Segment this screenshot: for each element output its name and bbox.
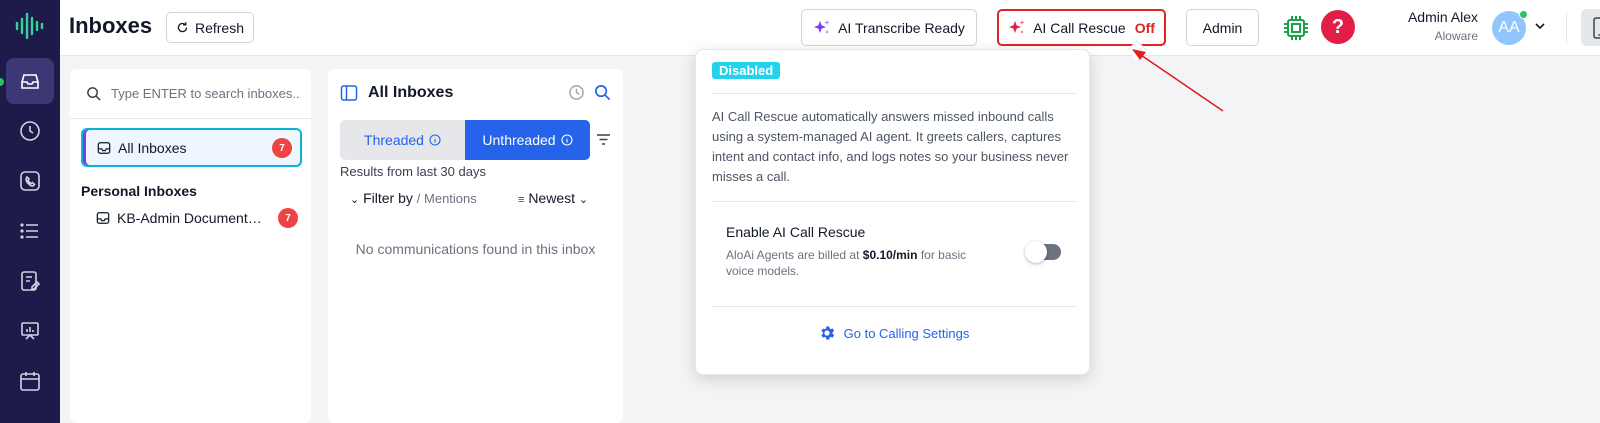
ai-call-rescue-button[interactable]: AI Call Rescue Off	[997, 9, 1166, 46]
help-button[interactable]: ?	[1321, 10, 1355, 44]
status-badge: Disabled	[712, 62, 781, 79]
online-status-dot	[1519, 10, 1528, 19]
divider	[711, 306, 1077, 307]
chevron-down-icon: ⌄	[350, 194, 360, 206]
ai-call-rescue-status: Off	[1134, 19, 1155, 36]
nav-reports[interactable]	[6, 308, 54, 354]
ai-call-rescue-popover: Disabled AI Call Rescue automatically an…	[695, 49, 1090, 375]
info-icon	[429, 134, 441, 146]
sort-label: Newest	[528, 190, 575, 206]
empty-state-text: No communications found in this inbox	[355, 241, 596, 257]
sort-dropdown[interactable]: ≡ Newest ⌄	[518, 190, 588, 206]
feature-description: AI Call Rescue automatically answers mis…	[712, 109, 1069, 184]
contact-icon	[21, 271, 41, 291]
inbox-search-input[interactable]	[111, 86, 301, 101]
refresh-label: Refresh	[194, 19, 245, 36]
header-divider	[1566, 12, 1567, 44]
filter-by-value: / Mentions	[416, 191, 477, 206]
user-org: Aloware	[1434, 29, 1478, 43]
ai-call-rescue-label: AI Call Rescue	[1033, 19, 1126, 36]
chip-icon[interactable]	[1282, 14, 1310, 42]
top-header: Inboxes Refresh AI Transcribe Ready AI C…	[60, 0, 1600, 56]
billing-prefix: AloAi Agents are billed at	[726, 248, 860, 262]
calling-settings-label: Go to Calling Settings	[843, 325, 970, 341]
mobile-phone-icon	[1592, 16, 1600, 39]
conversation-list-panel: All Inboxes Threaded Unthreaded Results …	[328, 69, 623, 423]
sparkle-icon	[1009, 19, 1025, 34]
billing-note: AloAi Agents are billed at $0.10/min for…	[726, 247, 996, 279]
inbox-search	[70, 69, 311, 119]
inbox-icon	[97, 141, 111, 154]
all-inboxes-label: All Inboxes	[118, 139, 187, 156]
avatar[interactable]: AA	[1492, 10, 1528, 45]
enable-rescue-title: Enable AI Call Rescue	[726, 224, 866, 240]
unread-count-badge: 7	[272, 138, 292, 158]
nav-calls[interactable]	[6, 158, 54, 204]
divider	[711, 201, 1077, 202]
refresh-icon	[177, 22, 188, 33]
ai-transcribe-label: AI Transcribe Ready	[838, 19, 965, 36]
inbox-list-panel: All Inboxes 7 Personal Inboxes KB-Admin …	[70, 69, 311, 423]
filter-icon[interactable]	[596, 133, 611, 146]
unread-count-badge: 7	[278, 208, 298, 228]
list-icon	[20, 223, 38, 239]
clock-icon	[20, 121, 40, 141]
tab-unthreaded[interactable]: Unthreaded	[465, 120, 590, 160]
personal-inbox-item[interactable]: KB-Admin Documentation 7	[96, 205, 302, 231]
admin-button[interactable]: Admin	[1186, 9, 1259, 46]
user-name: Admin Alex	[1407, 9, 1478, 25]
divider	[711, 93, 1077, 94]
nav-contacts[interactable]	[6, 258, 54, 304]
results-range-text: Results from last 30 days	[340, 164, 486, 179]
nav-history[interactable]	[6, 108, 54, 154]
thread-mode-toggle: Threaded Unthreaded	[340, 120, 590, 160]
conversation-list-title: All Inboxes	[368, 84, 454, 101]
phone-icon	[20, 171, 40, 191]
refresh-button[interactable]: Refresh	[166, 12, 254, 43]
calling-settings-link[interactable]: Go to Calling Settings	[696, 324, 1091, 342]
sparkle-icon	[814, 19, 830, 34]
tab-unthreaded-label: Unthreaded	[482, 132, 556, 148]
billing-rate: $0.10/min	[862, 248, 918, 262]
nav-lists[interactable]	[6, 208, 54, 254]
inbox-icon	[96, 212, 110, 224]
info-icon	[561, 134, 573, 146]
history-icon[interactable]	[568, 84, 585, 101]
all-inboxes-item[interactable]: All Inboxes 7	[81, 128, 302, 167]
softphone-button[interactable]	[1581, 9, 1600, 46]
personal-inbox-label: KB-Admin Documentation	[117, 210, 269, 226]
nav-calendar[interactable]	[6, 358, 54, 404]
chevron-down-icon: ⌄	[578, 194, 589, 206]
tab-threaded[interactable]: Threaded	[340, 120, 465, 160]
admin-label: Admin	[1202, 19, 1243, 36]
presentation-icon	[21, 322, 39, 340]
sort-icon: ≡	[518, 194, 525, 206]
search-icon	[87, 87, 101, 101]
filter-by-dropdown[interactable]: ⌄ Filter by / Mentions	[350, 190, 477, 206]
annotation-arrow	[1132, 49, 1224, 112]
nav-inbox[interactable]	[6, 58, 54, 104]
tab-threaded-label: Threaded	[364, 132, 424, 148]
calendar-icon	[20, 372, 40, 391]
sidebar-toggle-icon[interactable]	[340, 84, 358, 102]
enable-rescue-toggle[interactable]	[1025, 241, 1061, 263]
avatar-initials: AA	[1498, 19, 1520, 36]
personal-inboxes-heading: Personal Inboxes	[81, 183, 197, 199]
ai-transcribe-button[interactable]: AI Transcribe Ready	[801, 9, 977, 46]
gear-icon	[821, 326, 834, 340]
left-nav-rail	[0, 0, 60, 423]
toggle-knob	[1025, 241, 1047, 263]
chevron-down-icon[interactable]	[1534, 20, 1546, 32]
logo-icon	[15, 12, 44, 40]
inbox-icon	[21, 74, 39, 89]
filter-by-label: Filter by	[363, 190, 413, 206]
search-icon[interactable]	[594, 84, 611, 101]
page-title: Inboxes	[69, 13, 153, 38]
active-indicator-dot	[0, 78, 4, 86]
